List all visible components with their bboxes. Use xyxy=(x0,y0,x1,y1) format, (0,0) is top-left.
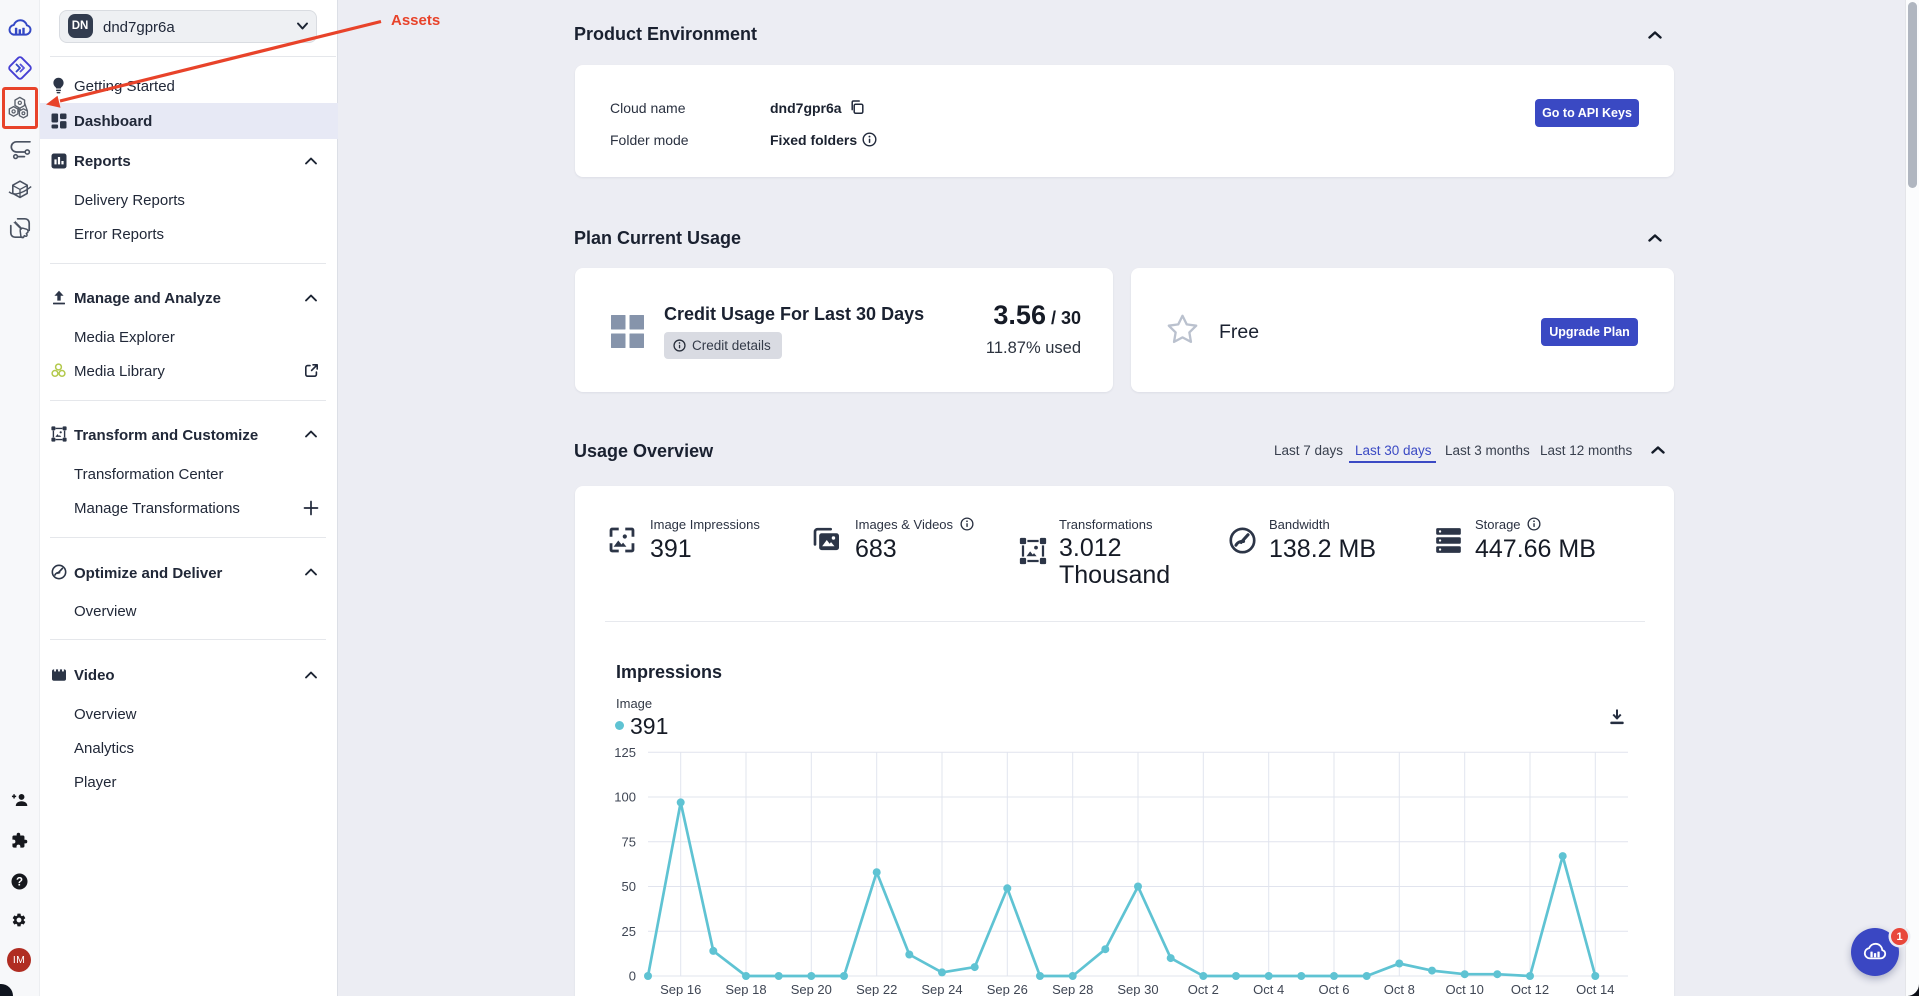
svg-text:Oct 8: Oct 8 xyxy=(1384,982,1415,996)
svg-text:Oct 14: Oct 14 xyxy=(1576,982,1614,996)
svg-text:Oct 6: Oct 6 xyxy=(1318,982,1349,996)
svg-text:100: 100 xyxy=(614,790,636,805)
svg-text:Sep 20: Sep 20 xyxy=(791,982,832,996)
svg-text:Sep 24: Sep 24 xyxy=(921,982,962,996)
svg-text:Sep 28: Sep 28 xyxy=(1052,982,1093,996)
svg-text:Sep 22: Sep 22 xyxy=(856,982,897,996)
svg-text:Oct 4: Oct 4 xyxy=(1253,982,1284,996)
svg-text:Oct 10: Oct 10 xyxy=(1446,982,1484,996)
svg-text:Sep 18: Sep 18 xyxy=(725,982,766,996)
svg-text:50: 50 xyxy=(622,879,636,894)
svg-text:125: 125 xyxy=(614,745,636,760)
svg-text:75: 75 xyxy=(622,834,636,849)
svg-text:Sep 30: Sep 30 xyxy=(1117,982,1158,996)
svg-text:?: ? xyxy=(16,877,23,889)
svg-text:25: 25 xyxy=(622,924,636,939)
svg-text:Sep 26: Sep 26 xyxy=(987,982,1028,996)
svg-text:Sep 16: Sep 16 xyxy=(660,982,701,996)
svg-text:Oct 12: Oct 12 xyxy=(1511,982,1549,996)
svg-text:0: 0 xyxy=(629,969,636,984)
svg-text:Oct 2: Oct 2 xyxy=(1188,982,1219,996)
